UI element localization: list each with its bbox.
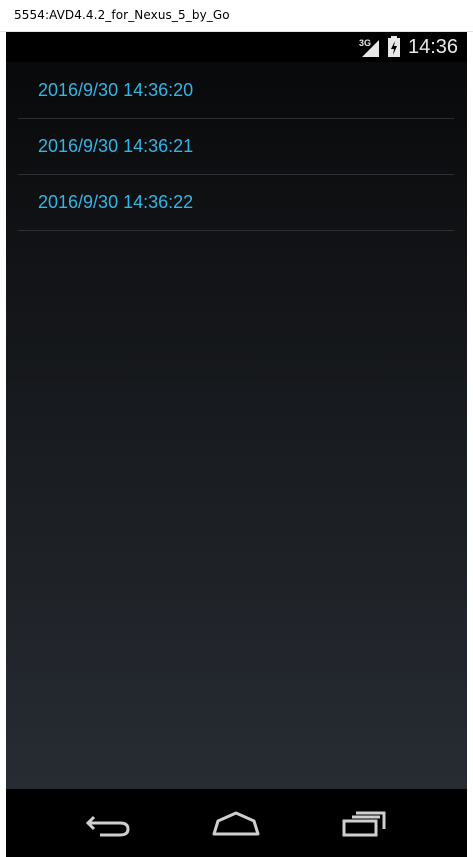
- status-clock: 14:36: [408, 36, 459, 58]
- emulator-window: 5554:AVD4.4.2_for_Nexus_5_by_Go 3G 14:36…: [0, 0, 473, 857]
- recent-apps-icon[interactable]: [334, 803, 394, 843]
- list-item-label: 2016/9/30 14:36:22: [38, 192, 194, 212]
- window-titlebar[interactable]: 5554:AVD4.4.2_for_Nexus_5_by_Go: [0, 0, 473, 32]
- timestamp-list: 2016/9/30 14:36:20 2016/9/30 14:36:21 20…: [18, 63, 454, 231]
- network-type-label: 3G: [359, 38, 371, 48]
- home-icon[interactable]: [206, 803, 266, 843]
- device-screen: 3G 14:36 2016/9/30 14:36:20 2016/9/30 14…: [6, 32, 467, 857]
- window-title: 5554:AVD4.4.2_for_Nexus_5_by_Go: [14, 8, 230, 22]
- list-item-label: 2016/9/30 14:36:21: [38, 136, 194, 156]
- list-item[interactable]: 2016/9/30 14:36:20: [18, 63, 454, 119]
- list-item-label: 2016/9/30 14:36:20: [38, 80, 194, 100]
- battery-charging-icon: [388, 36, 400, 57]
- navigation-bar: [6, 789, 467, 857]
- list-item[interactable]: 2016/9/30 14:36:21: [18, 119, 454, 175]
- back-icon[interactable]: [80, 803, 140, 843]
- list-item[interactable]: 2016/9/30 14:36:22: [18, 175, 454, 231]
- status-bar: 3G 14:36: [6, 32, 467, 62]
- signal-3g-icon: 3G: [359, 38, 379, 57]
